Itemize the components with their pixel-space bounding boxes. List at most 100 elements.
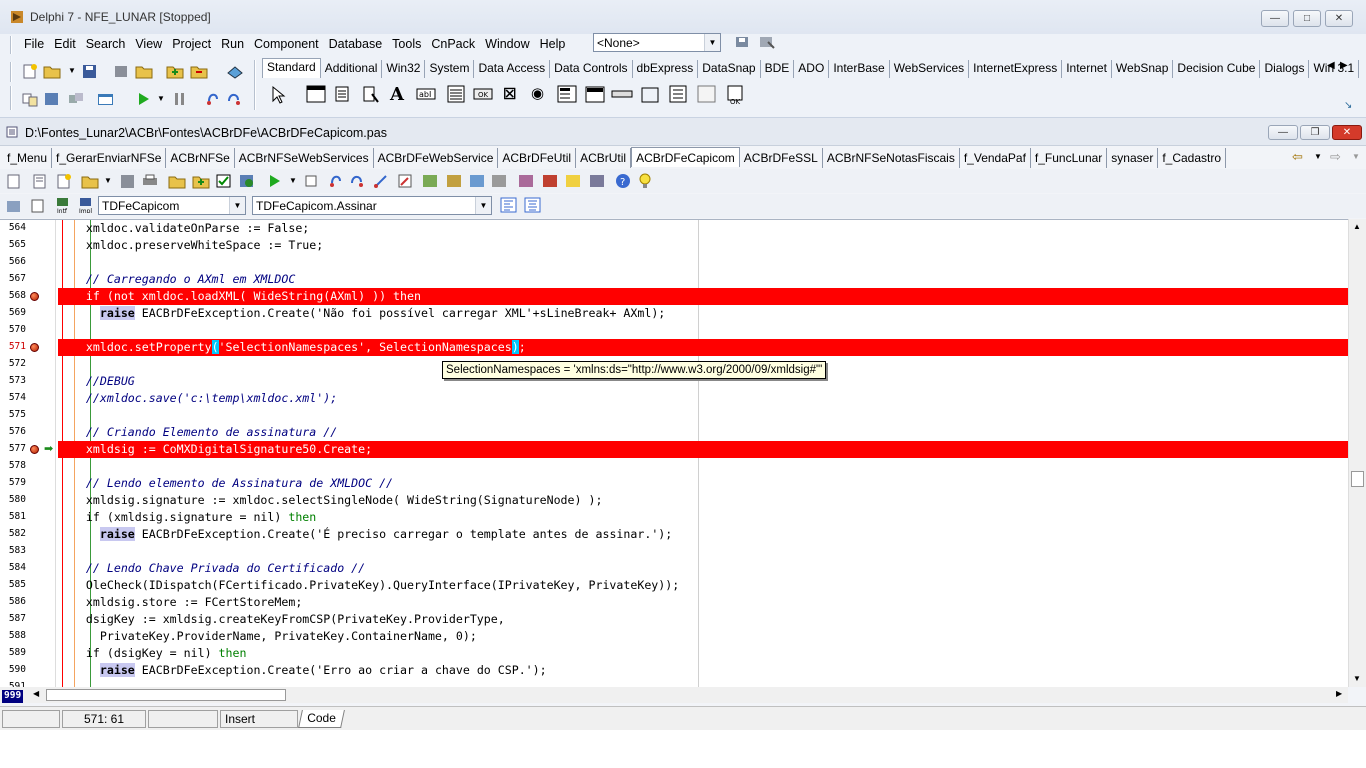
editor-tool8-icon[interactable] (588, 173, 606, 189)
menu-cnpack[interactable]: CnPack (426, 34, 480, 51)
code-line[interactable]: if (dsigKey = nil) then (58, 645, 1348, 662)
editor-close-button[interactable]: ✕ (1332, 125, 1362, 140)
file-tab-f-gerarenviarnfse[interactable]: f_GerarEnviarNFSe (52, 148, 167, 168)
editor-run-dropdown-icon[interactable]: ▼ (289, 176, 297, 185)
file-tab-acbrnfsewebservices[interactable]: ACBrNFSeWebServices (235, 148, 374, 168)
align-center-icon[interactable] (524, 197, 542, 213)
menu-help[interactable]: Help (535, 34, 571, 51)
code-line[interactable]: xmldoc.validateOnParse := False; (58, 220, 1348, 237)
code-line[interactable] (58, 254, 1348, 271)
file-tab-f-vendapaf[interactable]: f_VendaPaf (960, 148, 1031, 168)
code-line[interactable]: // Carregando o AXml em XMLDOC (58, 271, 1348, 288)
file-tab-acbrdfeutil[interactable]: ACBrDFeUtil (498, 148, 577, 168)
code-line[interactable]: raise EACBrDFeException.Create('É precis… (58, 526, 1348, 543)
menu-window[interactable]: Window (480, 34, 534, 51)
editor-run-to-cursor-icon[interactable] (372, 173, 390, 189)
editor-tool7-icon[interactable] (564, 173, 582, 189)
scrollbar-component-icon[interactable] (611, 84, 633, 104)
nav-back-dropdown-icon[interactable]: ▼ (1314, 152, 1322, 161)
radiogroup-component-icon[interactable] (668, 84, 690, 104)
code-line[interactable]: dsigKey := xmldsig.createKeyFromCSP(Priv… (58, 611, 1348, 628)
frame-component-icon[interactable] (305, 84, 327, 104)
help-book-icon[interactable] (226, 63, 244, 79)
palette-tab-interbase[interactable]: InterBase (829, 60, 890, 78)
palette-tab-websnap[interactable]: WebSnap (1112, 60, 1174, 78)
editor-save-icon[interactable] (119, 173, 137, 189)
code-line[interactable]: // Criando Elemento de assinatura // (58, 424, 1348, 441)
mainmenu-component-icon[interactable] (332, 84, 354, 104)
palette-tab-webservices[interactable]: WebServices (890, 60, 970, 78)
step-over-icon[interactable] (226, 91, 244, 107)
palette-tab-dbexpress[interactable]: dbExpress (633, 60, 699, 78)
editor-program-reset-icon[interactable] (303, 173, 321, 189)
checkbox-component-icon[interactable]: ☒ (503, 85, 516, 103)
editor-trace-into-icon[interactable] (326, 173, 344, 189)
palette-tab-ado[interactable]: ADO (794, 60, 830, 78)
save-icon[interactable] (81, 63, 99, 79)
desktop-layout-combo[interactable]: <None> ▼ (593, 33, 721, 52)
menu-run[interactable]: Run (216, 34, 249, 51)
palette-tab-bde[interactable]: BDE (761, 60, 795, 78)
editor-run-icon[interactable] (265, 173, 283, 189)
intf-icon[interactable]: Intf (54, 197, 72, 213)
tip-bulb-icon[interactable] (637, 173, 655, 189)
run-dropdown-icon[interactable]: ▼ (157, 94, 165, 103)
file-tab-acbrdfewebservice[interactable]: ACBrDFeWebService (374, 148, 499, 168)
editor-check-icon[interactable] (215, 173, 233, 189)
palette-tab-dialogs[interactable]: Dialogs (1260, 60, 1310, 78)
editor-tool5-icon[interactable] (517, 173, 535, 189)
class-combo[interactable]: TDFeCapicom ▼ (98, 196, 246, 215)
editor-restore-button[interactable]: ❐ (1300, 125, 1330, 140)
editor-open-dropdown-icon[interactable]: ▼ (104, 176, 112, 185)
code-line[interactable]: xmldsig.store := FCertStoreMem; (58, 594, 1348, 611)
run-icon[interactable] (134, 91, 152, 107)
save-all-icon[interactable] (112, 63, 130, 79)
memo-component-icon[interactable] (445, 84, 467, 104)
file-tab-acbrdfessl[interactable]: ACBrDFeSSL (740, 148, 823, 168)
bookmarks-icon[interactable] (29, 198, 47, 214)
code-line[interactable]: xmldoc.preserveWhiteSpace := True; (58, 237, 1348, 254)
open-icon[interactable] (43, 63, 61, 79)
view-form-icon[interactable] (43, 91, 61, 107)
editor-new-unit-icon[interactable] (31, 173, 49, 189)
edit-component-icon[interactable]: abI (415, 84, 437, 104)
menu-file[interactable]: File (19, 34, 49, 51)
file-tab-synaser[interactable]: synaser (1107, 148, 1159, 168)
code-editor[interactable]: 564 565 566 567 568 569 570 571 572 573 574 575 576 5… (0, 219, 1348, 687)
editor-tool4-icon[interactable] (490, 173, 508, 189)
editor-view-form-icon[interactable] (238, 173, 256, 189)
scroll-down-icon[interactable]: ▼ (1353, 674, 1361, 683)
label-component-icon[interactable]: A (390, 84, 404, 105)
new-form-icon[interactable] (97, 91, 115, 107)
vertical-scroll-thumb[interactable] (1351, 471, 1364, 487)
nav-forward-dropdown-icon[interactable]: ▼ (1352, 152, 1360, 161)
editor-open-project-icon[interactable] (168, 173, 186, 189)
editor-print-icon[interactable] (141, 173, 159, 189)
file-tab-acbrdfecapicom[interactable]: ACBrDFeCapicom (631, 147, 740, 167)
combobox-component-icon[interactable] (584, 84, 606, 104)
editor-step-over-icon[interactable] (349, 173, 367, 189)
actionlist-component-icon[interactable]: OK (725, 84, 747, 106)
file-tab-f-menu[interactable]: f_Menu (3, 148, 53, 168)
code-line[interactable] (58, 458, 1348, 475)
menu-database[interactable]: Database (324, 34, 388, 51)
menu-tools[interactable]: Tools (387, 34, 426, 51)
palette-tab-data-access[interactable]: Data Access (474, 60, 551, 78)
menu-search[interactable]: Search (81, 34, 131, 51)
add-file-icon[interactable] (166, 63, 184, 79)
radiobutton-component-icon[interactable]: ◉ (531, 84, 544, 102)
code-line[interactable]: PrivateKey.ProviderName, PrivateKey.Cont… (58, 628, 1348, 645)
menu-edit[interactable]: Edit (49, 34, 81, 51)
palette-tab-win32[interactable]: Win32 (382, 60, 426, 78)
method-combo[interactable]: TDFeCapicom.Assinar ▼ (252, 196, 492, 215)
open-dropdown-icon[interactable]: ▼ (68, 66, 76, 75)
save-desktop-icon[interactable] (734, 34, 752, 50)
code-view-tab[interactable]: Code (298, 710, 345, 728)
align-left-icon[interactable] (500, 197, 518, 213)
code-line[interactable]: raise EACBrDFeException.Create('Não foi … (58, 305, 1348, 322)
breakpoint-icon[interactable] (30, 445, 39, 454)
horizontal-scrollbar[interactable]: ◀ ▶ (30, 687, 1348, 703)
code-line[interactable]: // Lendo elemento de Assinatura de XMLDO… (58, 475, 1348, 492)
editor-tool6-icon[interactable] (541, 173, 559, 189)
editor-add-icon[interactable] (192, 173, 210, 189)
